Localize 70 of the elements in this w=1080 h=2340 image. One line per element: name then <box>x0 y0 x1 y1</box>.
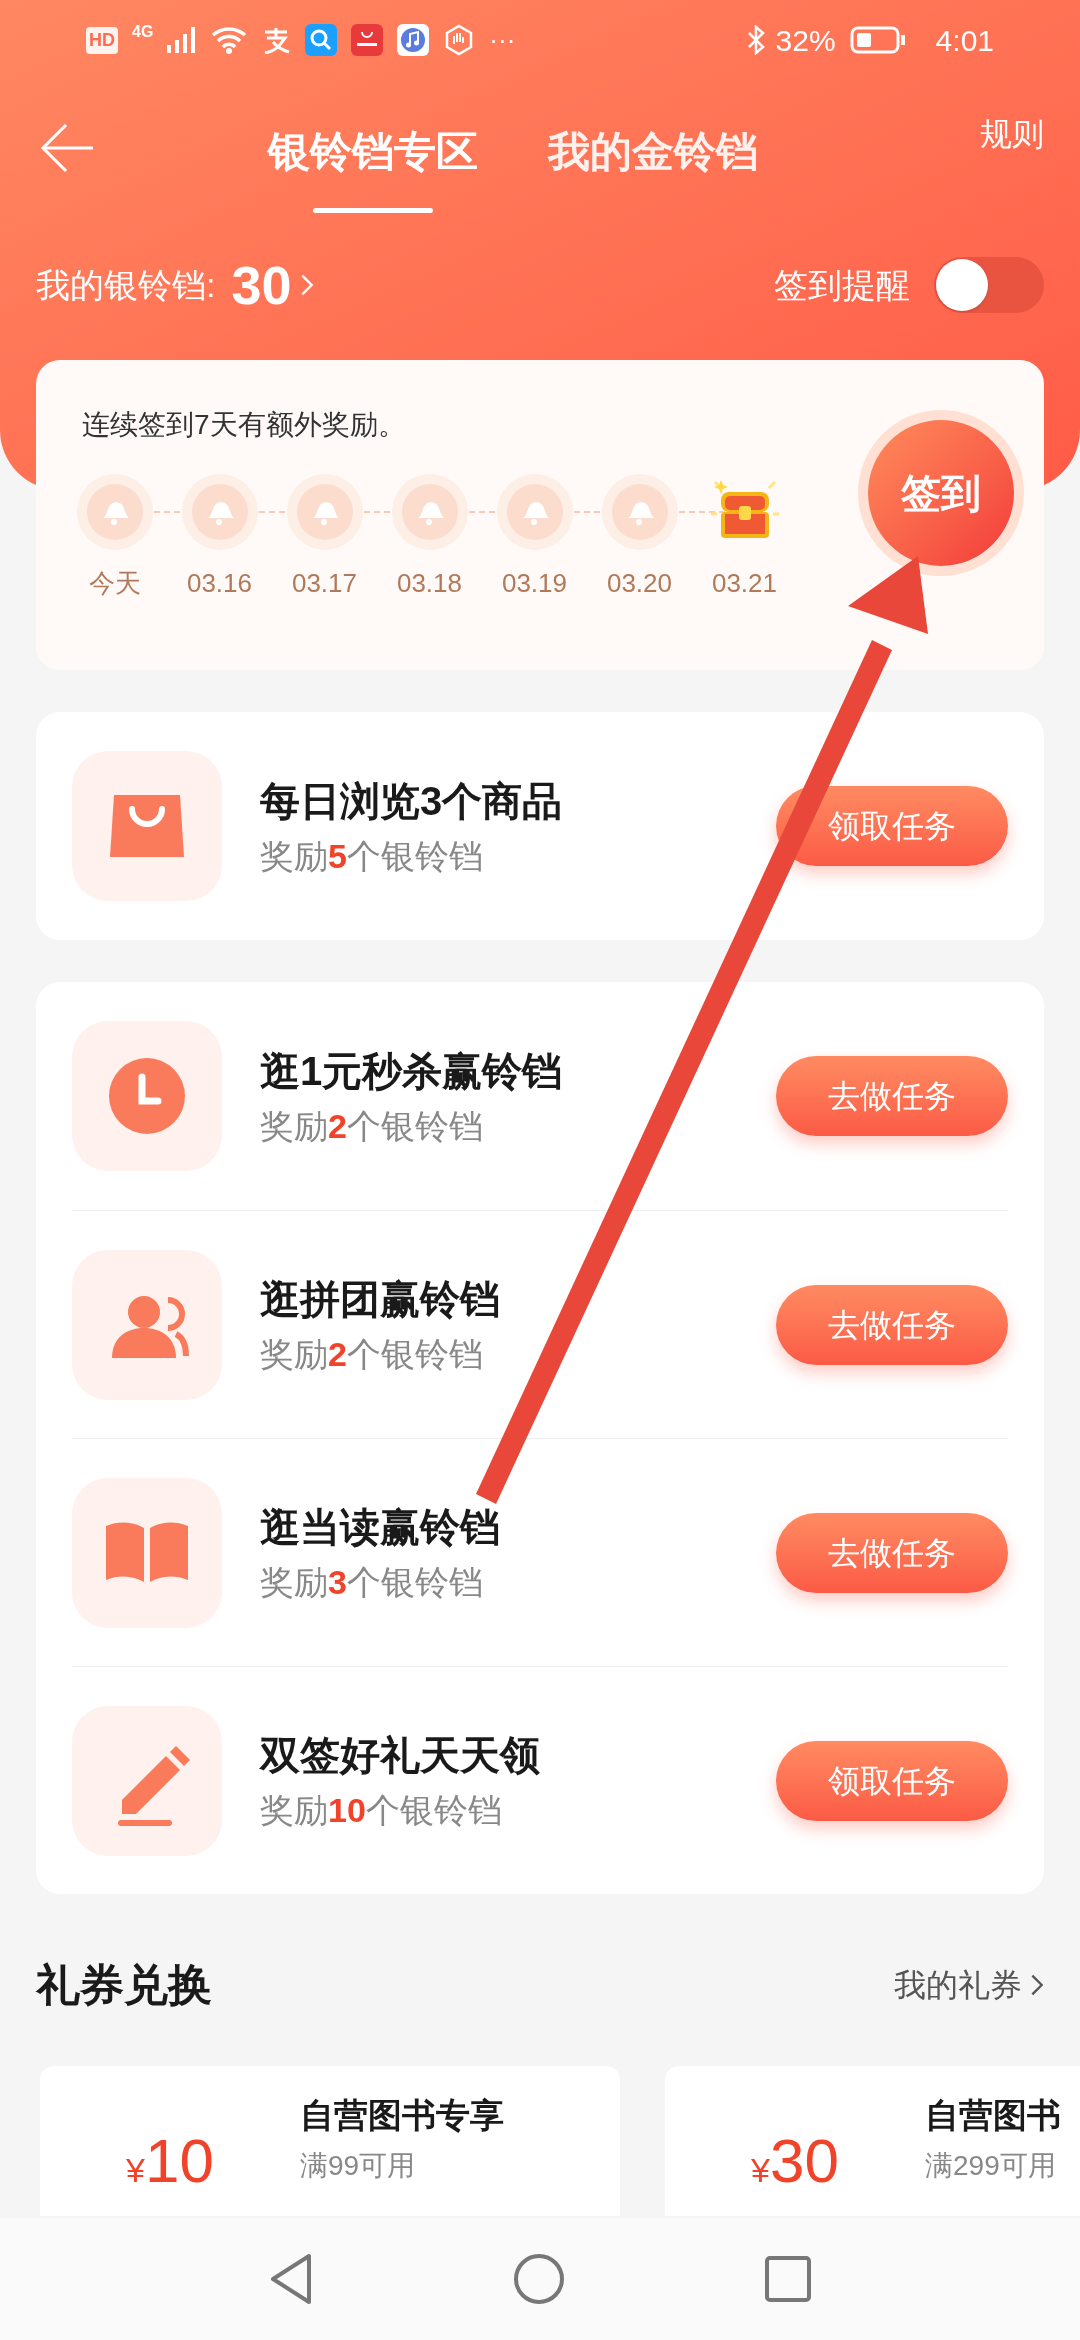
wifi-icon <box>211 26 248 54</box>
bell-icon <box>601 474 678 550</box>
bell-icon <box>181 474 258 550</box>
pencil-icon <box>72 1705 222 1856</box>
day-label: 今天 <box>88 567 141 600</box>
my-coupons-link[interactable]: 我的礼券 <box>894 1961 1044 2009</box>
signal-icon <box>167 27 198 53</box>
bluetooth-icon <box>745 25 766 55</box>
battery-percent: 32% <box>775 22 836 59</box>
balance-value: 30 <box>231 253 292 317</box>
more-indicator: ··· <box>489 23 516 57</box>
day-label: 03.19 <box>501 567 568 600</box>
network-label: 4G <box>132 22 154 42</box>
bell-icon <box>286 474 363 550</box>
clock-time: 4:01 <box>935 22 994 59</box>
back-icon[interactable] <box>269 2252 313 2306</box>
section-title: 礼券兑换 <box>36 1959 212 2011</box>
balance-label: 我的银铃铛: <box>36 264 216 306</box>
rules-link[interactable]: 规则 <box>980 110 1044 158</box>
people-icon <box>72 1249 222 1400</box>
reminder-label: 签到提醒 <box>774 264 910 306</box>
chevron-icon[interactable] <box>299 273 314 297</box>
tab[interactable]: 银铃铛专区 <box>268 120 478 213</box>
task-button[interactable]: 去做任务 <box>776 1056 1008 1136</box>
task-button[interactable]: 领取任务 <box>776 786 1008 866</box>
day-label: 03.20 <box>606 567 673 600</box>
coupon-amount: 30 <box>769 2125 839 2197</box>
coupon-condition: 满99可用 <box>300 2149 417 2183</box>
store-app-icon <box>351 24 384 56</box>
task-title: 逛当读赢铃铛 <box>260 1504 500 1551</box>
battery-icon <box>849 25 906 55</box>
task-reward: 奖励2个银铃铛 <box>260 1334 484 1375</box>
currency-symbol: ¥ <box>751 2151 770 2191</box>
task-title: 逛1元秒杀赢铃铛 <box>260 1047 563 1095</box>
task-title: 双签好礼天天领 <box>260 1732 540 1779</box>
coupon-title: 自营图书专享 <box>300 2095 504 2136</box>
tab[interactable]: 我的金铃铛 <box>548 120 758 213</box>
task-reward: 奖励5个银铃铛 <box>260 835 484 877</box>
search-app-icon <box>305 24 338 56</box>
task-reward: 奖励10个银铃铛 <box>260 1790 503 1831</box>
coupon-condition: 满299可用 <box>925 2149 1057 2183</box>
task-button[interactable]: 去做任务 <box>776 1512 1008 1593</box>
bell-icon <box>76 474 153 550</box>
task-title: 逛拼团赢铃铛 <box>260 1276 500 1323</box>
currency-symbol: ¥ <box>126 2151 145 2191</box>
day-label: 03.16 <box>186 567 253 600</box>
task-button[interactable]: 领取任务 <box>776 1740 1008 1821</box>
music-app-icon <box>397 24 430 56</box>
checkin-note: 连续签到7天有额外奖励。 <box>82 408 407 442</box>
reminder-toggle[interactable] <box>934 257 1044 313</box>
day-label: 03.21 <box>711 567 778 600</box>
hd-badge: HD <box>86 26 118 54</box>
task-reward: 奖励3个银铃铛 <box>260 1562 484 1603</box>
day-label: 03.17 <box>291 567 358 600</box>
task-reward: 奖励2个银铃铛 <box>260 1105 484 1147</box>
open-book-icon <box>72 1477 222 1628</box>
coupon-amount: 10 <box>144 2125 214 2197</box>
home-icon[interactable] <box>513 2253 565 2305</box>
task-button[interactable]: 去做任务 <box>776 1284 1008 1365</box>
shopping-bag-icon <box>72 751 222 901</box>
clock-icon <box>72 1021 222 1171</box>
bell-icon <box>496 474 573 550</box>
recents-icon[interactable] <box>765 2256 811 2302</box>
coupon-card[interactable]: ¥10 自营图书专享 满99可用 <box>40 2066 620 2216</box>
bell-icon <box>391 474 468 550</box>
coupon-title: 自营图书 <box>925 2095 1061 2136</box>
task-title: 每日浏览3个商品 <box>260 777 563 825</box>
coupon-card[interactable]: ¥30 自营图书 满299可用 <box>665 2066 1080 2216</box>
day-label: 03.18 <box>396 567 463 600</box>
chevron-icon <box>1030 1973 1044 1997</box>
